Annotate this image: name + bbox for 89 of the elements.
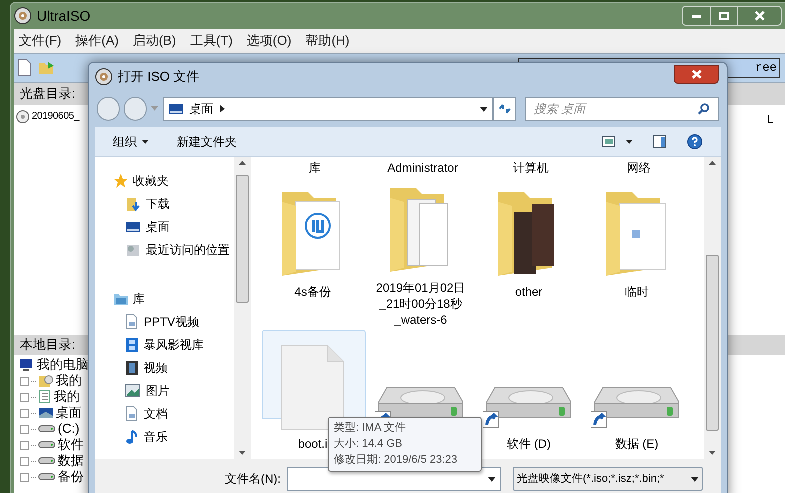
dropdown-arrow-icon <box>691 476 699 482</box>
close-button[interactable] <box>674 64 719 84</box>
item-name: boot.i <box>298 436 328 452</box>
item-label: 库 <box>308 160 322 177</box>
address-bar[interactable]: 桌面 <box>162 97 494 121</box>
back-button[interactable] <box>97 97 120 121</box>
menu-item[interactable]: 操作(A) <box>76 31 119 51</box>
chevron-right-icon[interactable] <box>220 105 225 113</box>
tooltip-line: 大小: 14.4 GB <box>334 437 404 452</box>
refresh-button[interactable] <box>493 97 516 121</box>
filename-label: 文件名(N): <box>225 471 281 488</box>
desktop-icon <box>168 102 184 116</box>
item-name: 4s备份 <box>294 284 332 300</box>
drive-icon <box>38 456 56 466</box>
file-name[interactable]: 20190605_ <box>32 109 80 124</box>
disc-icon <box>16 110 30 124</box>
drive-icon <box>38 472 56 482</box>
menu-item[interactable]: 启动(B) <box>132 31 176 51</box>
desktop-icon <box>125 220 141 234</box>
organize-menu[interactable]: 组织 <box>113 132 149 150</box>
scroll-up-icon[interactable] <box>239 161 246 165</box>
free-space-label: ree <box>755 60 777 77</box>
item-label: 网络 <box>626 160 652 177</box>
computer-icon <box>18 358 34 372</box>
help-icon[interactable] <box>687 134 703 150</box>
star-icon <box>113 172 129 188</box>
nav-group[interactable]: 收藏夹 <box>133 172 169 190</box>
new-file-icon[interactable] <box>18 59 32 77</box>
folder-disc-icon <box>38 374 54 388</box>
item-label: 计算机 <box>512 160 550 177</box>
scroll-thumb[interactable] <box>236 175 249 303</box>
close-icon <box>754 11 764 21</box>
film-icon <box>125 360 139 376</box>
nav-group[interactable]: 库 <box>133 290 145 308</box>
dropdown-arrow-icon[interactable] <box>488 476 496 482</box>
preview-pane-icon[interactable] <box>653 134 667 148</box>
nav-item[interactable]: 桌面 <box>146 218 170 236</box>
scrollbar[interactable] <box>704 157 721 459</box>
folder-download-icon <box>125 196 141 212</box>
picture-icon <box>125 384 141 398</box>
search-field[interactable]: 搜索 桌面 <box>525 97 719 121</box>
nav-item[interactable]: 暴风影视库 <box>144 336 204 354</box>
item-name: 数据 (E) <box>615 436 659 452</box>
nav-item[interactable]: 视频 <box>144 358 168 376</box>
close-icon <box>692 70 702 78</box>
nav-item[interactable]: 音乐 <box>144 428 168 446</box>
tooltip-line: 修改日期: 2019/6/5 23:23 <box>334 453 459 468</box>
scroll-down-icon[interactable] <box>709 451 716 455</box>
nav-item[interactable]: 最近访问的位置 <box>146 240 230 258</box>
film-icon <box>125 336 139 352</box>
document-icon <box>125 314 139 330</box>
window-title: UltraISO <box>37 6 91 26</box>
scrollbar[interactable] <box>234 157 251 459</box>
menu-item[interactable]: 选项(O) <box>246 31 292 51</box>
view-options-icon[interactable] <box>602 136 616 148</box>
menu-item[interactable]: 文件(F) <box>19 31 62 51</box>
menu-item[interactable]: 工具(T) <box>190 31 233 51</box>
drive-icon <box>38 424 56 434</box>
search-icon <box>698 103 710 115</box>
menu-item[interactable]: 帮助(H) <box>306 31 350 51</box>
item-name: other <box>515 284 543 300</box>
scroll-up-icon[interactable] <box>709 161 716 165</box>
library-folder-icon <box>113 292 129 306</box>
item-label: Administrator <box>386 160 460 177</box>
item-name: 2019年01月02日_21时00分18秒_waters-6 <box>375 280 467 328</box>
caret-icon[interactable] <box>626 140 633 144</box>
caret-icon <box>142 140 149 144</box>
dropdown-arrow-icon[interactable] <box>480 106 488 112</box>
nav-item[interactable]: 图片 <box>146 382 170 400</box>
new-folder-button[interactable]: 新建文件夹 <box>177 132 237 150</box>
desktop-icon <box>38 406 54 420</box>
column-text: L <box>766 112 774 129</box>
document-icon <box>125 406 139 422</box>
scroll-down-icon[interactable] <box>239 451 246 455</box>
disc-icon <box>14 7 32 25</box>
scroll-thumb[interactable] <box>706 255 719 431</box>
item-name: 临时 <box>625 284 649 300</box>
drive-icon <box>38 440 56 450</box>
item-name: 软件 (D) <box>507 436 551 452</box>
document-icon <box>38 390 52 404</box>
nav-item[interactable]: 文档 <box>144 404 168 422</box>
file-type-dropdown[interactable]: 光盘映像文件(*.iso;*.isz;*.bin;* <box>513 467 703 491</box>
refresh-icon <box>498 103 512 115</box>
music-note-icon <box>125 428 139 444</box>
nav-item[interactable]: 下载 <box>146 194 170 212</box>
tooltip-line: 类型: IMA 文件 <box>334 420 408 436</box>
forward-button[interactable] <box>124 97 148 121</box>
disc-icon <box>95 68 113 86</box>
nav-item[interactable]: PPTV视频 <box>144 312 200 330</box>
